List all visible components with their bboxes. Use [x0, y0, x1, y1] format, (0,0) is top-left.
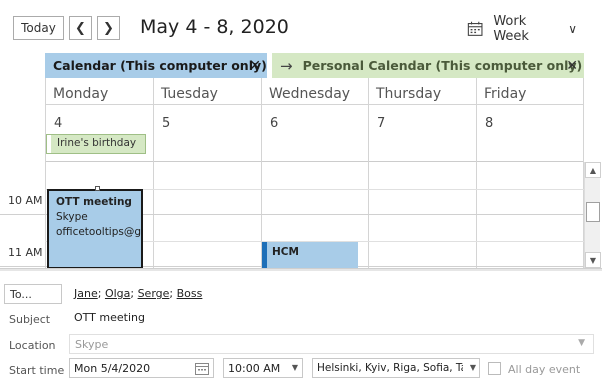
start-time-select[interactable]: 10:00 AM ▼: [223, 358, 303, 378]
event-ott-meeting[interactable]: OTT meeting Skype officetooltips@gn: [47, 189, 143, 269]
resize-handle[interactable]: [95, 186, 100, 191]
recipient[interactable]: Jane: [74, 287, 98, 300]
chevron-left-icon: ❮: [75, 20, 86, 36]
allday-event[interactable]: Irine's birthday: [46, 134, 146, 154]
recipient[interactable]: Olga: [105, 287, 130, 300]
close-icon[interactable]: ✕: [249, 58, 261, 74]
chevron-down-icon[interactable]: ▼: [578, 338, 585, 348]
time-label: 11 AM: [8, 246, 43, 259]
header-divider: [45, 104, 584, 105]
close-icon[interactable]: ✕: [566, 58, 578, 74]
overlay-arrow-icon[interactable]: →: [280, 57, 293, 75]
start-date-value: Mon 5/4/2020: [74, 362, 151, 375]
day-number: 7: [377, 116, 386, 131]
allday-label: All day event: [508, 363, 581, 376]
start-time-label: Start time: [9, 364, 65, 377]
time-label: 10 AM: [8, 194, 43, 207]
calendar-icon[interactable]: [194, 361, 210, 376]
day-name-thursday: Thursday: [376, 86, 442, 102]
event-organizer: officetooltips@gn: [56, 226, 141, 238]
today-button[interactable]: Today: [13, 16, 64, 40]
to-button[interactable]: To...: [4, 284, 62, 304]
location-value: Skype: [75, 338, 109, 351]
location-input[interactable]: Skype ▼: [69, 334, 594, 354]
scroll-up-button[interactable]: ▲: [585, 162, 601, 178]
scroll-thumb[interactable]: [586, 202, 600, 222]
pane-splitter[interactable]: [0, 268, 602, 271]
allday-checkbox[interactable]: [488, 362, 501, 375]
scroll-down-button[interactable]: ▼: [585, 252, 601, 268]
date-range-title: May 4 - 8, 2020: [140, 16, 289, 38]
location-label: Location: [9, 339, 56, 352]
subject-input[interactable]: OTT meeting: [74, 311, 145, 324]
recipients-field[interactable]: Jane; Olga; Serge; Boss: [74, 287, 202, 300]
day-name-tuesday: Tuesday: [161, 86, 218, 102]
day-number: 4: [54, 116, 63, 131]
calendar-tab-label: Personal Calendar (This computer only): [302, 58, 583, 73]
calendar-icon: [467, 21, 483, 36]
event-location: Skype: [56, 211, 88, 223]
vertical-scrollbar[interactable]: ▲ ▼: [584, 162, 601, 268]
previous-button[interactable]: ❮: [69, 16, 92, 40]
recipient[interactable]: Serge: [138, 287, 170, 300]
chevron-down-icon: ▼: [291, 363, 298, 372]
start-date-input[interactable]: Mon 5/4/2020: [69, 358, 214, 378]
calendar-tab-main[interactable]: Calendar (This computer only) ✕: [45, 53, 267, 78]
view-switcher[interactable]: Work Week ∨: [467, 14, 577, 44]
event-hcm[interactable]: HCM: [262, 242, 358, 268]
chevron-down-icon: ▼: [469, 363, 476, 372]
next-button[interactable]: ❯: [97, 16, 120, 40]
chevron-down-icon: ∨: [568, 22, 577, 36]
day-number: 8: [485, 116, 494, 131]
day-name-monday: Monday: [53, 86, 109, 102]
day-name-wednesday: Wednesday: [269, 86, 351, 102]
event-title: OTT meeting: [56, 196, 132, 208]
subject-label: Subject: [9, 313, 51, 326]
chevron-right-icon: ❯: [103, 20, 114, 36]
calendar-tab-personal[interactable]: → Personal Calendar (This computer only)…: [272, 53, 584, 78]
recipient[interactable]: Boss: [177, 287, 203, 300]
day-number: 5: [162, 116, 171, 131]
start-time-value: 10:00 AM: [228, 362, 281, 375]
day-number: 6: [270, 116, 279, 131]
view-label: Work Week: [493, 14, 529, 44]
day-name-friday: Friday: [484, 86, 527, 102]
calendar-tab-label: Calendar (This computer only): [53, 58, 267, 73]
timezone-select[interactable]: Helsinki, Kyiv, Riga, Sofia, Tallinn ▼: [312, 358, 480, 378]
timezone-value: Helsinki, Kyiv, Riga, Sofia, Tallinn: [317, 362, 463, 374]
